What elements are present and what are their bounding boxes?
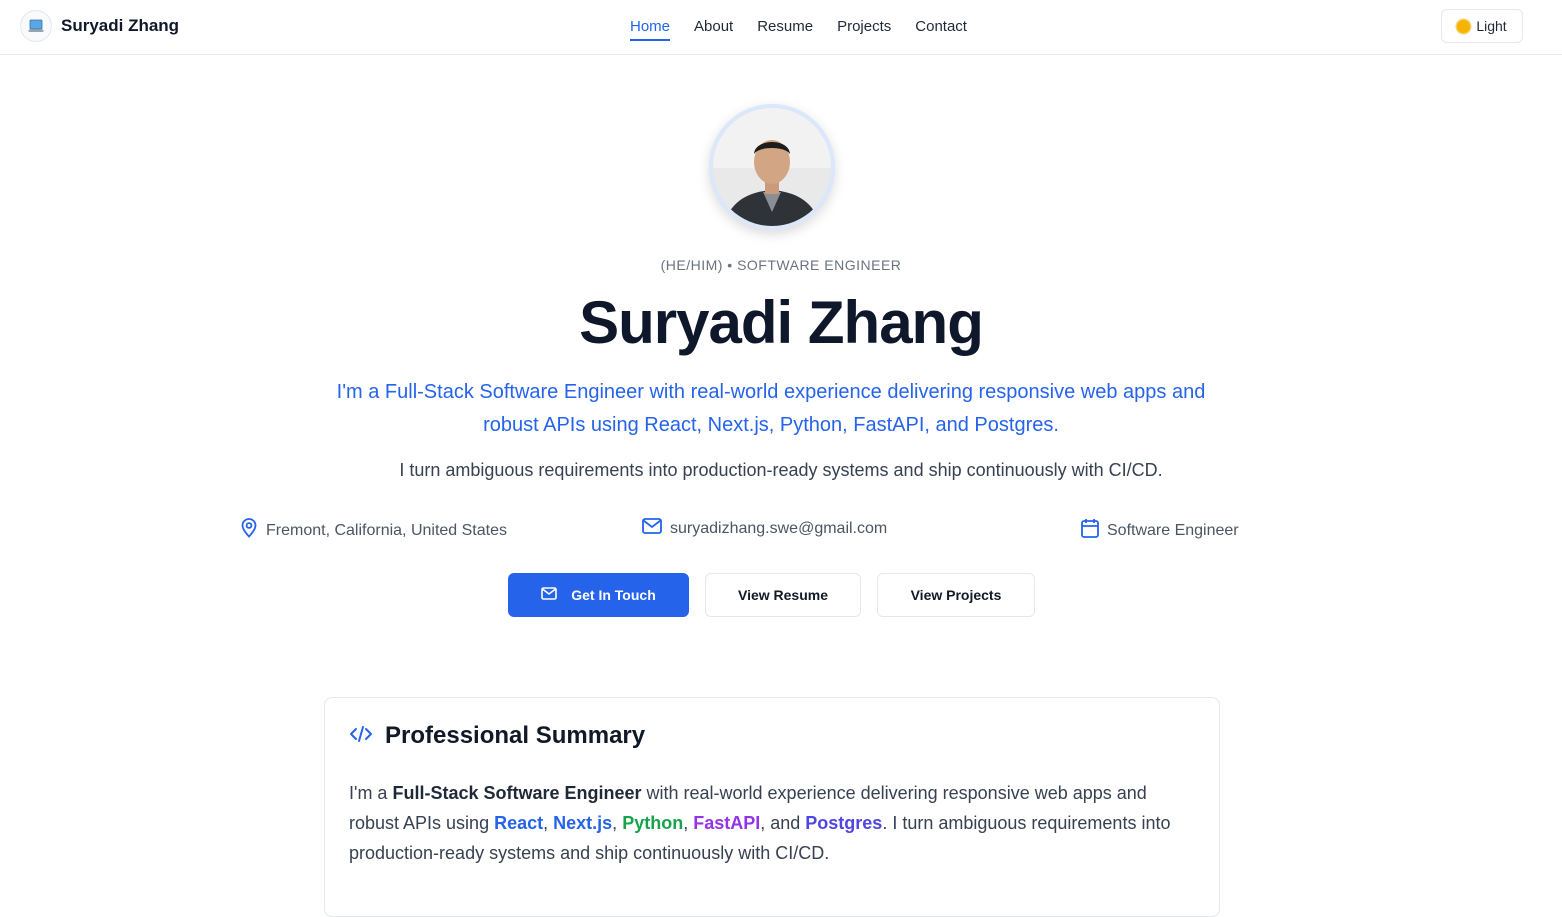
professional-summary-card: Professional Summary I'm a Full-Stack So…: [324, 697, 1220, 917]
email-text: suryadizhang.swe@gmail.com: [670, 519, 888, 537]
tech-python: Python: [622, 813, 684, 833]
mail-icon: [642, 518, 662, 539]
summary-role: Full-Stack Software Engineer: [392, 783, 642, 803]
hero-lead: I'm a Full-Stack Software Engineer with …: [336, 381, 1206, 436]
tech-nextjs: Next.js: [553, 813, 613, 833]
location-text: Fremont, California, United States: [266, 521, 507, 539]
role-text: Software Engineer: [1107, 521, 1239, 539]
summary-title: Professional Summary: [385, 722, 646, 749]
view-projects-button[interactable]: View Projects: [877, 573, 1035, 617]
calendar-icon: [1081, 518, 1099, 543]
get-in-touch-button[interactable]: Get In Touch: [508, 573, 689, 617]
hero-subtitle: I turn ambiguous requirements into produ…: [399, 460, 1163, 480]
profile-avatar: [709, 104, 835, 230]
brand[interactable]: Suryadi Zhang: [20, 10, 179, 42]
summary-separator: ,: [543, 813, 554, 833]
hero-eyebrow: (HE/HIM) • SOFTWARE ENGINEER: [660, 257, 902, 273]
main-nav: Home About Resume Projects Contact: [630, 18, 967, 41]
view-projects-label: View Projects: [910, 587, 1002, 603]
view-resume-label: View Resume: [737, 587, 828, 603]
tech-fastapi: FastAPI: [693, 813, 761, 833]
location-info: Fremont, California, United States: [240, 518, 507, 543]
nav-contact[interactable]: Contact: [915, 18, 967, 41]
summary-text: I'm a Full-Stack Software Engineer with …: [349, 778, 1189, 868]
nav-home[interactable]: Home: [630, 18, 671, 41]
summary-separator: , and: [760, 813, 806, 833]
code-icon: [349, 724, 373, 749]
tech-postgres: Postgres: [805, 813, 883, 833]
theme-toggle-label: Light: [1476, 18, 1507, 34]
tech-react: React: [494, 813, 544, 833]
mail-icon: [541, 587, 558, 603]
get-in-touch-label: Get In Touch: [571, 587, 656, 603]
top-navbar: Suryadi Zhang Home About Resume Projects…: [0, 0, 1562, 55]
nav-resume[interactable]: Resume: [757, 18, 813, 41]
nav-about[interactable]: About: [694, 18, 733, 41]
laptop-icon: [20, 10, 52, 42]
theme-toggle-button[interactable]: Light: [1441, 9, 1523, 43]
summary-text-part: I'm a: [349, 783, 393, 803]
summary-separator: ,: [612, 813, 623, 833]
brand-name: Suryadi Zhang: [61, 16, 180, 35]
email-info[interactable]: suryadizhang.swe@gmail.com: [642, 518, 887, 539]
role-info: Software Engineer: [1081, 518, 1239, 543]
summary-separator: ,: [683, 813, 694, 833]
card-header: Professional Summary: [349, 722, 645, 750]
sun-icon: [1457, 19, 1471, 33]
nav-projects[interactable]: Projects: [837, 18, 891, 41]
hero-name: Suryadi Zhang: [579, 289, 984, 356]
view-resume-button[interactable]: View Resume: [705, 573, 861, 617]
map-pin-icon: [240, 518, 258, 543]
